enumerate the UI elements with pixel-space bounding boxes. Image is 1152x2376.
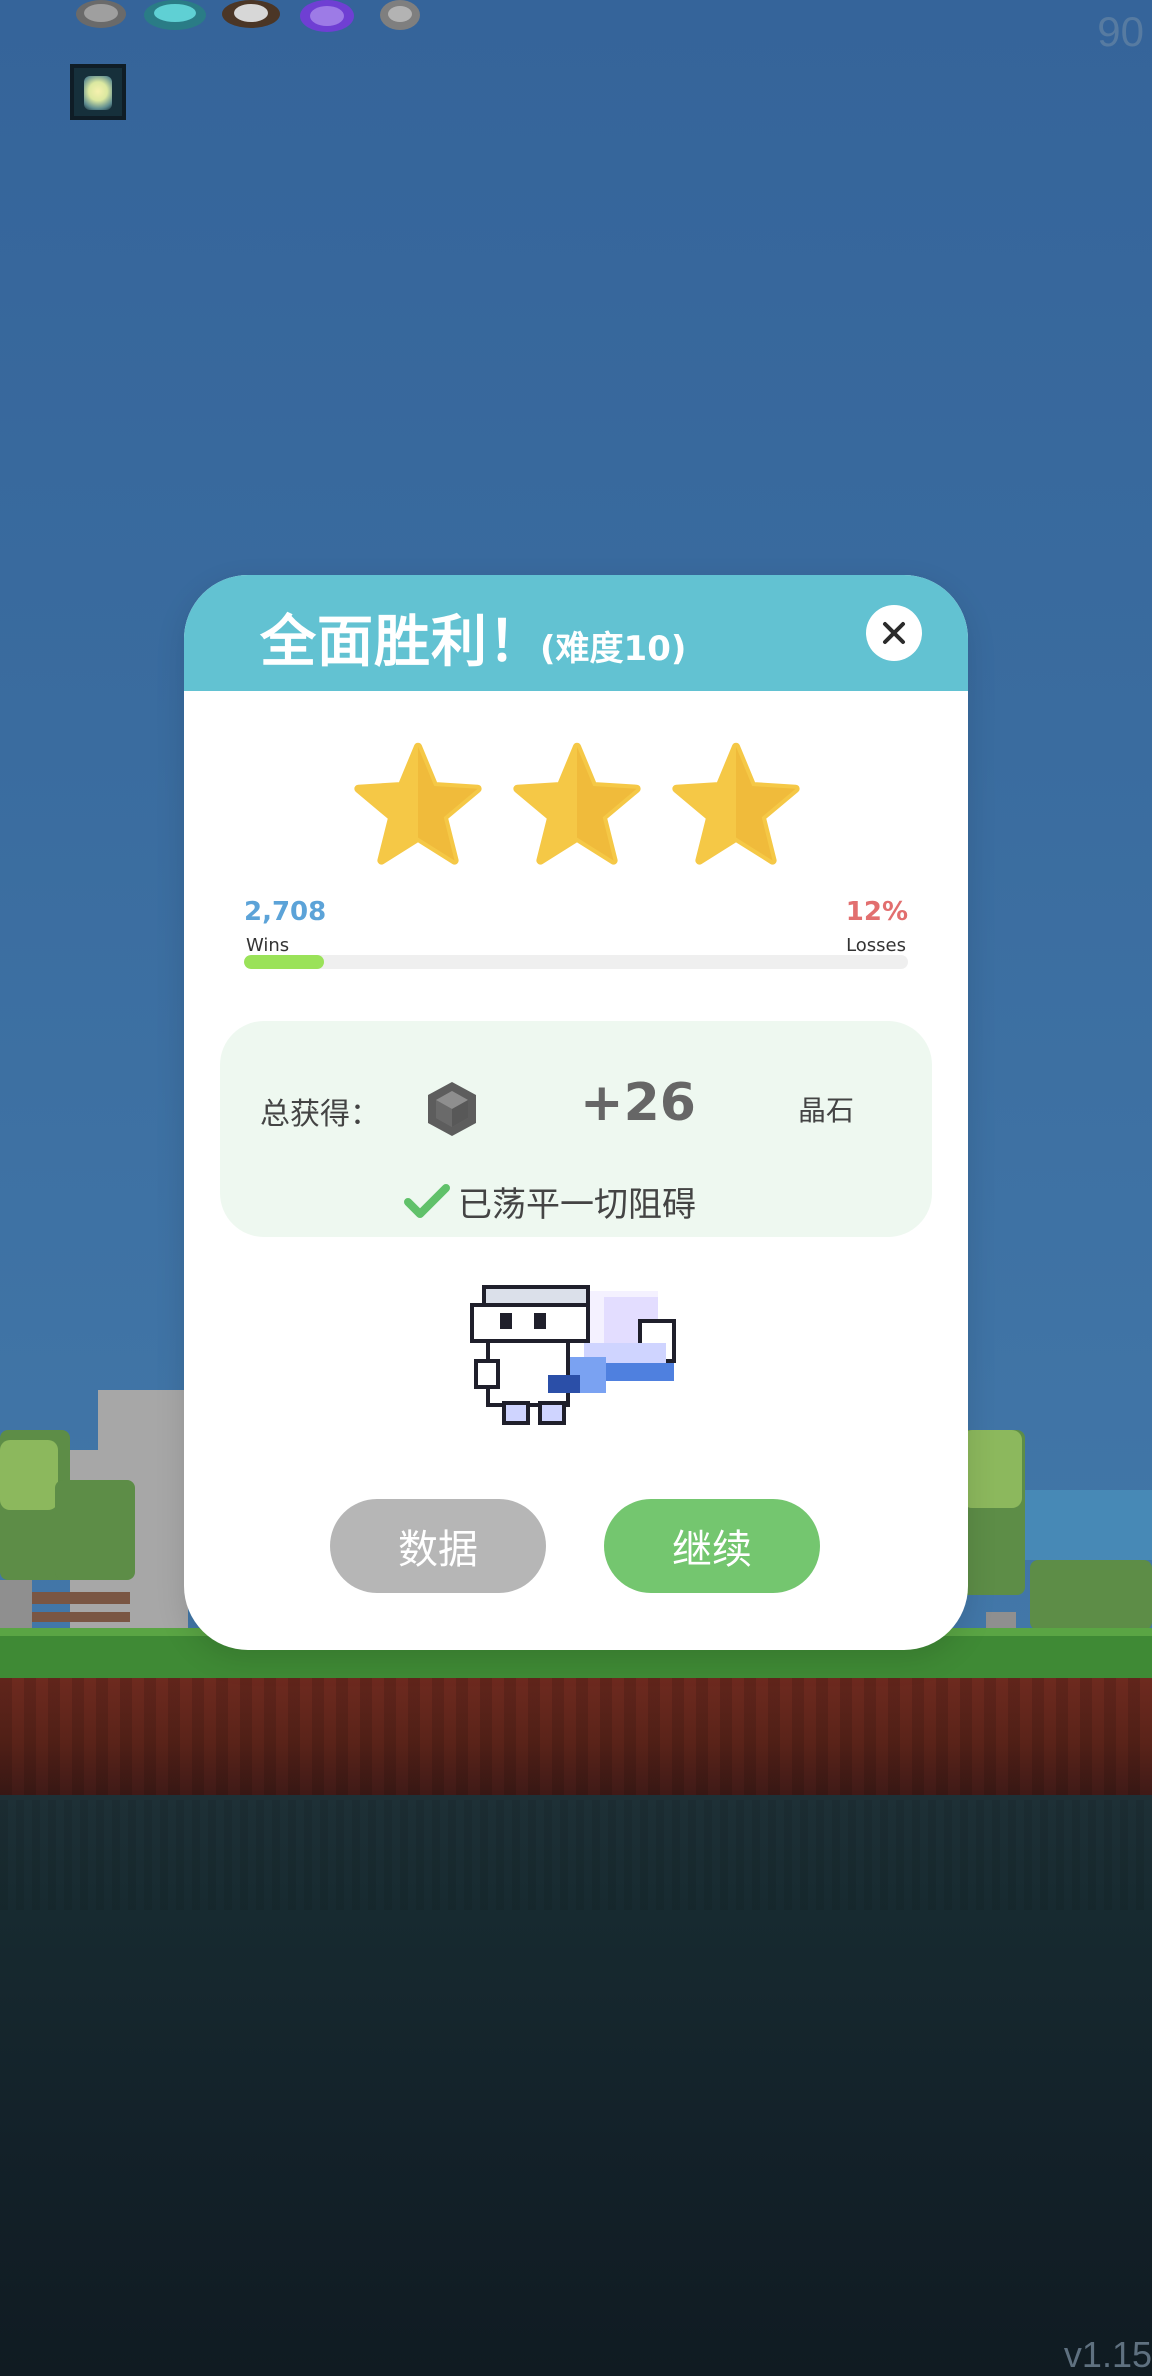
close-icon xyxy=(883,622,905,644)
tree-right-top xyxy=(962,1430,1022,1508)
underground-dither xyxy=(0,1800,1152,1910)
fps-counter: 90 xyxy=(1097,8,1144,55)
lantern-icon[interactable] xyxy=(70,64,126,120)
victory-modal: 全面胜利！ (难度10) 2,708 Wins 12% Losses 总获得： … xyxy=(184,575,968,1650)
lamp-icon[interactable] xyxy=(380,0,420,30)
star-icon xyxy=(354,742,482,865)
water-right xyxy=(1020,1490,1152,1560)
rock-left xyxy=(0,1580,32,1628)
reward-panel: 总获得： +26 晶石 已荡平一切阻碍 xyxy=(220,1021,932,1237)
win-loss-stats: 2,708 Wins 12% Losses xyxy=(244,897,908,977)
difficulty-label: (难度10) xyxy=(540,629,687,669)
checkmark-icon xyxy=(404,1183,450,1218)
gem-icon xyxy=(428,1082,476,1136)
helmet-icon[interactable] xyxy=(76,0,126,28)
star-icon xyxy=(672,742,800,865)
ground-dirt xyxy=(0,1678,1152,1795)
modal-title: 全面胜利！ xyxy=(260,610,545,675)
knight-sprite xyxy=(470,1285,676,1425)
bushes-right xyxy=(1030,1560,1152,1630)
modal-header: 全面胜利！ (难度10) xyxy=(184,575,968,691)
shield-icon[interactable] xyxy=(144,0,206,30)
reward-unit: 晶石 xyxy=(798,1094,855,1127)
fence-left xyxy=(30,1592,130,1604)
star-rating xyxy=(350,740,804,870)
tree-left-top xyxy=(0,1440,58,1510)
potion-icon[interactable] xyxy=(300,0,354,32)
tree-left-small xyxy=(55,1480,135,1580)
progress-fill xyxy=(244,955,324,969)
version-label: v1.15 xyxy=(1063,2334,1152,2375)
continue-button[interactable]: 继续 xyxy=(604,1499,820,1593)
clear-status: 已荡平一切阻碍 xyxy=(404,1177,696,1226)
fence-left-2 xyxy=(30,1612,130,1622)
losses-label: Losses xyxy=(846,935,906,956)
close-button[interactable] xyxy=(866,605,922,661)
losses-percent: 12% xyxy=(845,897,908,927)
progress-bar xyxy=(244,955,908,969)
reward-label: 总获得： xyxy=(260,1097,380,1132)
wins-label: Wins xyxy=(246,935,290,956)
rock-right xyxy=(986,1612,1016,1628)
boot-icon[interactable] xyxy=(222,0,280,28)
clear-message: 已荡平一切阻碍 xyxy=(458,1185,696,1225)
star-icon xyxy=(513,742,641,865)
reward-value: +26 xyxy=(580,1073,696,1133)
stats-button[interactable]: 数据 xyxy=(330,1499,546,1593)
wins-count: 2,708 xyxy=(244,897,327,927)
